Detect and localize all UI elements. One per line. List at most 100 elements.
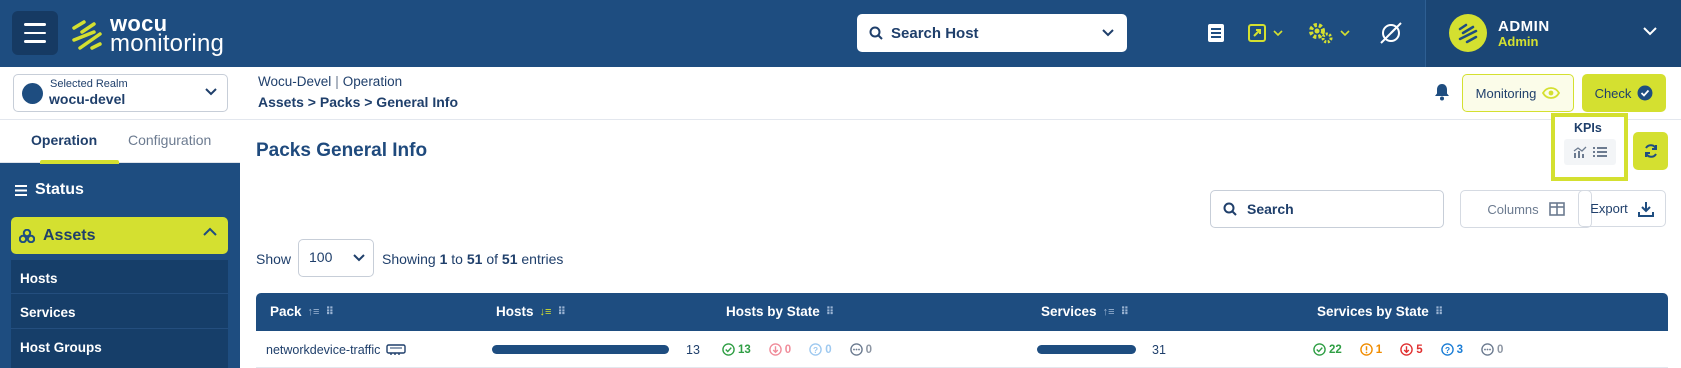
search-placeholder: Search xyxy=(1247,201,1294,217)
column-header-hosts-by-state[interactable]: Hosts by State ⠿ xyxy=(726,304,835,319)
host-state-down[interactable]: 0 xyxy=(769,343,791,356)
documentation-button[interactable] xyxy=(1206,20,1226,46)
logo[interactable]: wocu monitoring xyxy=(70,12,230,58)
service-state-critical[interactable]: 5 xyxy=(1400,343,1423,356)
top-bar: wocu monitoring Search Host ADMIN Admin xyxy=(0,0,1681,67)
breadcrumb-path[interactable]: Assets > Packs > General Info xyxy=(258,94,458,110)
host-search-select[interactable]: Search Host xyxy=(857,14,1127,52)
columns-icon xyxy=(1548,202,1565,216)
drag-handle-icon[interactable]: ⠿ xyxy=(325,305,334,318)
hamburger-menu-button[interactable] xyxy=(12,11,58,55)
host-state-pending[interactable]: 0 xyxy=(849,343,872,356)
service-state-unknown[interactable]: ? 3 xyxy=(1440,343,1463,356)
chevron-up-icon xyxy=(203,227,217,236)
sort-icon[interactable]: ↑≡ xyxy=(1103,306,1115,318)
ellipsis-circle-icon xyxy=(1481,343,1494,356)
chevron-down-icon xyxy=(1102,29,1114,37)
question-circle-icon: ? xyxy=(1440,343,1454,356)
user-role: Admin xyxy=(1498,34,1539,49)
drag-handle-icon[interactable]: ⠿ xyxy=(1435,305,1444,318)
chevron-down-icon xyxy=(1273,29,1283,36)
refresh-icon xyxy=(1644,144,1657,158)
service-state-pending[interactable]: 0 xyxy=(1481,343,1503,356)
gears-icon xyxy=(1309,23,1333,44)
check-circle-icon xyxy=(1313,343,1326,356)
monitoring-label: Monitoring xyxy=(1475,85,1537,101)
breadcrumb-section[interactable]: Operation xyxy=(343,74,402,89)
bell-icon[interactable] xyxy=(1434,83,1450,101)
export-button[interactable]: Export xyxy=(1578,190,1666,227)
page-title: Packs General Info xyxy=(256,140,428,161)
tab-configuration[interactable]: Configuration xyxy=(128,132,211,148)
sidebar-item-label: Assets xyxy=(43,226,96,244)
export-label: Export xyxy=(1590,201,1628,216)
sidebar-item-host-groups[interactable]: Host Groups xyxy=(20,340,102,355)
external-links-menu[interactable] xyxy=(1247,20,1283,46)
settings-menu[interactable] xyxy=(1308,20,1350,46)
services-count: 31 xyxy=(1152,343,1166,357)
service-state-ok[interactable]: 22 xyxy=(1313,343,1342,356)
tab-operation[interactable]: Operation xyxy=(31,132,97,148)
services-by-state: 22 1 5 ? 3 0 xyxy=(1313,343,1515,356)
sidebar-item-hosts[interactable]: Hosts xyxy=(20,271,58,286)
drag-handle-icon[interactable]: ⠿ xyxy=(1120,305,1129,318)
service-state-warning[interactable]: 1 xyxy=(1360,343,1382,356)
user-menu[interactable]: ADMIN Admin xyxy=(1426,0,1681,67)
arrow-down-circle-icon xyxy=(1400,343,1413,356)
breadcrumb-realm[interactable]: Wocu-Devel xyxy=(258,74,331,89)
hosts-bar xyxy=(492,345,669,354)
check-button[interactable]: Check xyxy=(1582,74,1666,112)
svg-text:?: ? xyxy=(813,345,818,355)
table-search-input[interactable]: Search xyxy=(1210,190,1444,228)
chevron-down-icon xyxy=(353,254,365,262)
pack-name[interactable]: networkdevice-traffic xyxy=(266,343,380,357)
host-state-unknown[interactable]: ? 0 xyxy=(809,343,832,356)
columns-button[interactable]: Columns xyxy=(1460,190,1592,228)
eye-icon xyxy=(1542,87,1561,99)
breadcrumb: Wocu-Devel | Operation Assets > Packs > Ge… xyxy=(258,74,458,110)
sidebar-item-label: Status xyxy=(35,181,84,198)
external-link-icon xyxy=(1248,24,1266,42)
avatar-logo-icon xyxy=(1458,23,1478,44)
exclamation-circle-icon xyxy=(1360,343,1373,356)
sidebar-item-status[interactable]: Status xyxy=(15,181,84,199)
list-icon xyxy=(15,184,27,196)
host-state-up[interactable]: 13 xyxy=(722,343,751,356)
drag-handle-icon[interactable]: ⠿ xyxy=(557,305,566,318)
download-icon xyxy=(1637,201,1654,217)
sidebar-item-assets[interactable]: Assets xyxy=(11,217,228,254)
entries-info: Showing 1 to 51 of 51 entries xyxy=(382,251,564,267)
check-circle-icon xyxy=(1637,85,1653,101)
host-search-placeholder: Search Host xyxy=(891,24,979,42)
column-header-hosts[interactable]: Hosts ↓≡ ⠿ xyxy=(496,304,566,319)
chevron-down-icon xyxy=(1340,29,1350,36)
sort-icon[interactable]: ↑≡ xyxy=(308,306,320,318)
question-circle-icon: ? xyxy=(809,343,822,356)
realm-selector[interactable]: Selected Realm wocu-devel xyxy=(13,74,228,112)
table-row[interactable]: networkdevice-traffic 13 13 0 ? 0 0 31 2… xyxy=(256,331,1668,368)
chevron-down-icon xyxy=(205,88,217,96)
no-signal-icon xyxy=(1380,22,1402,44)
kpis-panel[interactable]: KPIs xyxy=(1551,113,1628,181)
drag-handle-icon[interactable]: ⠿ xyxy=(826,305,835,318)
monitoring-button[interactable]: Monitoring xyxy=(1462,74,1574,112)
column-header-pack[interactable]: Pack ↑≡ ⠿ xyxy=(270,304,334,319)
chart-line-icon[interactable] xyxy=(1573,146,1587,158)
column-header-services[interactable]: Services ↑≡ ⠿ xyxy=(1041,304,1129,319)
pack-cell[interactable]: networkdevice-traffic xyxy=(266,343,407,357)
realm-label: Selected Realm xyxy=(50,78,128,90)
ellipsis-circle-icon xyxy=(849,343,863,356)
connection-status-button[interactable] xyxy=(1378,20,1404,46)
column-header-services-by-state[interactable]: Services by State ⠿ xyxy=(1317,304,1444,319)
refresh-button[interactable] xyxy=(1633,132,1668,170)
sort-desc-icon[interactable]: ↓≡ xyxy=(540,306,552,318)
sidebar-item-services[interactable]: Services xyxy=(20,305,76,320)
active-tab-indicator xyxy=(40,160,119,164)
hosts-by-state: 13 0 ? 0 0 xyxy=(722,343,884,356)
page-size-select[interactable]: 100 xyxy=(298,239,374,277)
list-icon[interactable] xyxy=(1593,146,1607,158)
sub-header: Selected Realm wocu-devel Wocu-Devel | Ope… xyxy=(0,67,1681,120)
sidebar: Operation Configuration Status Assets Ho… xyxy=(0,120,240,368)
sidebar-tabs: Operation Configuration xyxy=(0,120,240,164)
chevron-down-icon xyxy=(1643,27,1657,36)
